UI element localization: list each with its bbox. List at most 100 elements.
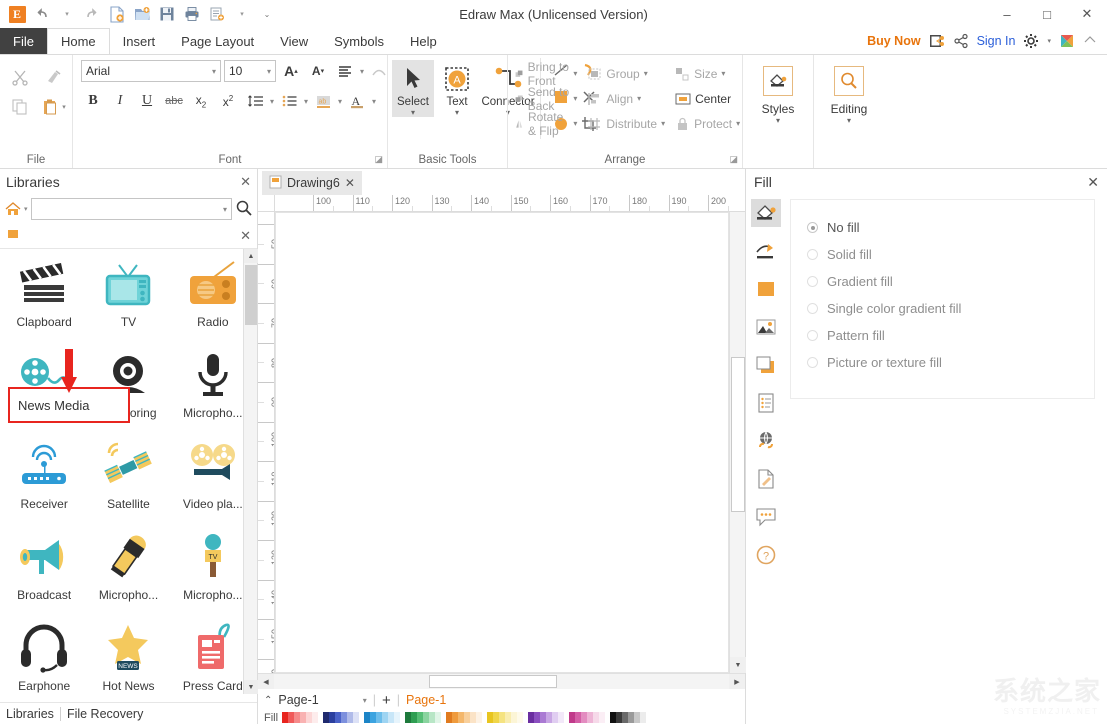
shape-item[interactable]: NEWS Hot News [86,617,170,702]
shape-item[interactable]: Broadcast [2,526,86,617]
page-edit-icon[interactable] [751,465,781,493]
color-swatches[interactable] [282,712,651,723]
share-icon[interactable] [953,33,969,49]
shape-item[interactable]: Receiver [2,435,86,526]
font-color-caret-icon[interactable]: ▾ [372,97,376,106]
maximize-button[interactable]: □ [1027,0,1067,28]
bullets-button[interactable] [277,90,301,113]
picture-fill-icon[interactable] [751,313,781,341]
menu-tab-view[interactable]: View [267,28,321,54]
radio-solid-fill[interactable] [807,249,818,260]
minimize-button[interactable]: – [987,0,1027,28]
radio-no-fill[interactable] [807,222,818,233]
fill-option-single-color-gradient[interactable]: Single color gradient fill [807,295,1094,322]
arrange-center[interactable]: Center [672,86,743,111]
fill-option-solid-fill[interactable]: Solid fill [807,241,1094,268]
strikethrough-button[interactable]: abc [162,90,186,113]
styles-dropdown-icon[interactable]: ▾ [747,116,809,125]
library-category-close-icon[interactable]: ✕ [240,228,251,244]
tab-libraries[interactable]: Libraries [0,707,60,721]
radio-single-color-gradient[interactable] [807,303,818,314]
fill-tool-icon[interactable] [751,199,781,227]
highlight-button[interactable]: ab [311,90,335,113]
solid-color-icon[interactable] [751,275,781,303]
underline-button[interactable]: U [135,90,159,113]
arrange-distribute[interactable]: Distribute ▾ [584,111,668,136]
tool-select-dropdown-icon[interactable]: ▾ [392,108,434,117]
document-props-icon[interactable] [751,389,781,417]
colorful-x-icon[interactable] [1059,33,1075,49]
arrange-rotate-flip[interactable]: Rotate & Flip ▾ [512,110,580,138]
line-spacing-caret-icon[interactable]: ▾ [270,97,274,106]
library-search-caret-icon[interactable]: ▾ [223,205,227,214]
line-spacing-button[interactable] [243,90,267,113]
bullets-caret-icon[interactable]: ▾ [304,97,308,106]
undo-dropdown-icon[interactable]: ▾ [56,3,78,25]
gear-dropdown-icon[interactable]: ▾ [1047,37,1051,45]
ribbon-collapse-icon[interactable] [1083,33,1099,49]
shape-item[interactable]: Micropho... [86,526,170,617]
print-icon[interactable] [181,3,203,25]
library-scrollbar[interactable]: ▲ ▼ [243,249,258,694]
shadow-icon[interactable] [751,351,781,379]
canvas-scroll-down-icon[interactable]: ▼ [730,657,746,673]
fill-option-pattern-fill[interactable]: Pattern fill [807,322,1094,349]
page-nav-up-icon[interactable]: ⌃ [264,695,272,706]
font-color-button[interactable]: A [345,90,369,113]
libraries-close-icon[interactable]: ✕ [240,174,251,190]
library-search-input[interactable]: ▾ [30,198,232,220]
shape-item[interactable]: Satellite [86,435,170,526]
app-logo-icon[interactable]: E [6,3,28,25]
italic-button[interactable]: I [108,90,132,113]
gear-icon[interactable] [1023,33,1039,49]
buy-now-link[interactable]: Buy Now [867,34,920,48]
subscript-button[interactable]: x2 [189,90,213,113]
radio-picture-texture-fill[interactable] [807,357,818,368]
canvas-scroll-left-icon[interactable]: ◀ [258,674,274,689]
paste-icon[interactable]: ▾ [42,98,66,116]
line-tool-icon[interactable] [751,237,781,265]
font-size-input[interactable]: 10 ▾ [224,60,276,82]
font-family-caret-icon[interactable]: ▾ [212,67,216,76]
comment-icon[interactable] [751,503,781,531]
fill-option-picture-texture[interactable]: Picture or texture fill [807,349,1094,376]
page-selector[interactable]: Page-1 ▾ [278,693,366,707]
home-library-icon[interactable]: ▾ [4,201,28,217]
undo-icon[interactable] [31,3,53,25]
arrange-group[interactable]: Group ▾ [584,61,668,86]
arrange-bring-to-front[interactable]: Bring to Front ▾ [512,60,580,88]
font-dialog-launcher[interactable]: ◪ [374,154,383,165]
tool-text-dropdown-icon[interactable]: ▾ [436,108,478,117]
tool-select[interactable]: Select ▾ [392,60,434,117]
cut-icon[interactable] [11,68,29,86]
search-icon[interactable] [235,199,253,220]
superscript-button[interactable]: x2 [216,90,240,113]
fill-option-gradient-fill[interactable]: Gradient fill [807,268,1094,295]
tool-text[interactable]: A Text ▾ [436,60,478,117]
copy-icon[interactable] [11,98,29,116]
page-selector-caret-icon[interactable]: ▾ [363,696,367,705]
shape-item[interactable]: TV [86,253,170,344]
fill-option-no-fill[interactable]: No fill [807,214,1094,241]
shape-item[interactable]: Clapboard [2,253,86,344]
document-tab-close-icon[interactable]: ✕ [345,176,355,190]
menu-tab-symbols[interactable]: Symbols [321,28,397,54]
document-tab[interactable]: Drawing6 ✕ [262,171,362,195]
menu-tab-file[interactable]: File [0,28,47,54]
page-tab-page-1[interactable]: Page-1 [406,693,446,707]
arrange-send-to-back[interactable]: Send to Back ▾ [512,85,580,113]
arrange-align[interactable]: Align ▾ [584,86,668,111]
canvas-hscroll-track[interactable] [274,674,729,689]
help-icon[interactable]: ? [751,541,781,569]
add-page-button[interactable]: + [382,692,391,709]
arrange-protect[interactable]: Protect ▾ [672,111,743,136]
qat-more-icon[interactable]: ⌄ [256,3,278,25]
shape-item[interactable]: Earphone [2,617,86,702]
highlight-caret-icon[interactable]: ▾ [338,97,342,106]
editing-button[interactable]: Editing ▾ [818,58,880,125]
styles-button[interactable]: Styles ▾ [747,58,809,125]
share-doc-icon[interactable] [929,33,945,49]
align-caret-icon[interactable]: ▾ [360,67,364,76]
canvas-hscroll-thumb[interactable] [429,675,557,688]
bold-button[interactable]: B [81,90,105,113]
